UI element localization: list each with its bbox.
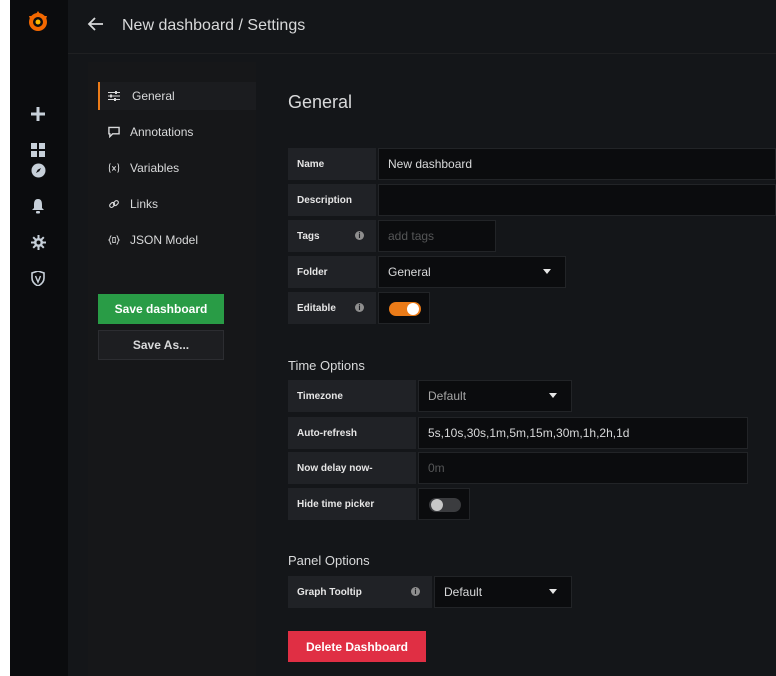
info-icon[interactable]: i [411,587,420,596]
autorefresh-input[interactable]: 5s,10s,30s,1m,5m,15m,30m,1h,2h,1d [418,417,748,449]
timezone-select-value: Default [428,389,467,403]
editable-switch-wrap [378,292,430,324]
nav-item-general[interactable]: General [98,82,256,110]
caret-down-icon [549,589,557,594]
autorefresh-label: Auto-refresh [288,417,416,449]
configuration-gear-icon[interactable] [28,232,48,252]
section-heading-general: General [288,92,353,112]
tags-input[interactable]: add tags [378,220,496,252]
toggle-knob [407,303,419,315]
nav-item-label: General [132,89,175,103]
graphtooltip-select[interactable]: Default [434,576,572,608]
settings-content: General Name New dashboard Description T… [256,62,776,676]
top-navbar: New dashboard / Settings [68,0,776,54]
section-heading-panel-options: Panel Options [288,553,370,568]
info-icon[interactable]: i [355,231,364,240]
hidetimepicker-switch-wrap [418,488,470,520]
nowdelay-input[interactable]: 0m [418,452,748,484]
nav-item-label: JSON Model [130,233,199,247]
tags-label: Tags i [288,220,376,252]
graphtooltip-select-value: Default [444,585,483,599]
timezone-label: Timezone [288,380,416,412]
nav-item-label: Links [130,197,159,211]
caret-down-icon [543,269,551,274]
editable-toggle[interactable] [389,302,421,316]
hidetimepicker-label: Hide time picker [288,488,416,520]
hidetimepicker-toggle[interactable] [429,498,461,512]
section-heading-time-options: Time Options [288,358,365,373]
nav-item-variables[interactable]: Variables [98,154,256,182]
nav-item-label: Variables [130,161,180,175]
comment-icon [98,126,120,138]
description-input[interactable] [378,184,776,216]
editable-label-text: Editable [297,302,336,314]
graphtooltip-label-text: Graph Tooltip [297,586,362,598]
folder-select[interactable]: General [378,256,566,288]
dashboards-grid-icon[interactable] [28,140,48,160]
server-admin-shield-icon[interactable] [28,268,48,288]
save-dashboard-button[interactable]: Save dashboard [98,294,224,324]
tags-label-text: Tags [297,230,320,242]
description-label: Description [288,184,376,216]
explore-compass-icon[interactable] [28,160,48,180]
sliders-icon [100,91,122,101]
grafana-app: New dashboard / Settings General Annotat… [10,0,776,676]
nowdelay-label: Now delay now- [288,452,416,484]
name-input[interactable]: New dashboard [378,148,776,180]
folder-label: Folder [288,256,376,288]
nav-item-json-model[interactable]: JSON Model [98,226,256,254]
nav-item-label: Annotations [130,125,194,139]
info-icon[interactable]: i [355,303,364,312]
delete-dashboard-button[interactable]: Delete Dashboard [288,631,426,662]
variable-icon [98,162,120,174]
toggle-knob [431,499,443,511]
timezone-select[interactable]: Default [418,380,572,412]
create-plus-icon[interactable] [28,104,48,124]
folder-select-value: General [388,265,431,279]
grafana-logo-icon[interactable] [26,10,50,34]
nav-item-links[interactable]: Links [98,190,256,218]
settings-nav: General Annotations Variables Links JSON… [88,62,256,676]
name-label: Name [288,148,376,180]
editable-label: Editable i [288,292,376,324]
save-as-button[interactable]: Save As... [98,330,224,360]
nav-item-annotations[interactable]: Annotations [98,118,256,146]
page-title: New dashboard / Settings [122,17,306,34]
caret-down-icon [549,393,557,398]
graphtooltip-label: Graph Tooltip i [288,576,432,608]
alerting-bell-icon[interactable] [28,196,48,216]
side-menu [10,0,68,676]
link-icon [98,198,120,211]
back-arrow-icon[interactable] [86,14,106,34]
json-braces-icon [98,234,120,246]
